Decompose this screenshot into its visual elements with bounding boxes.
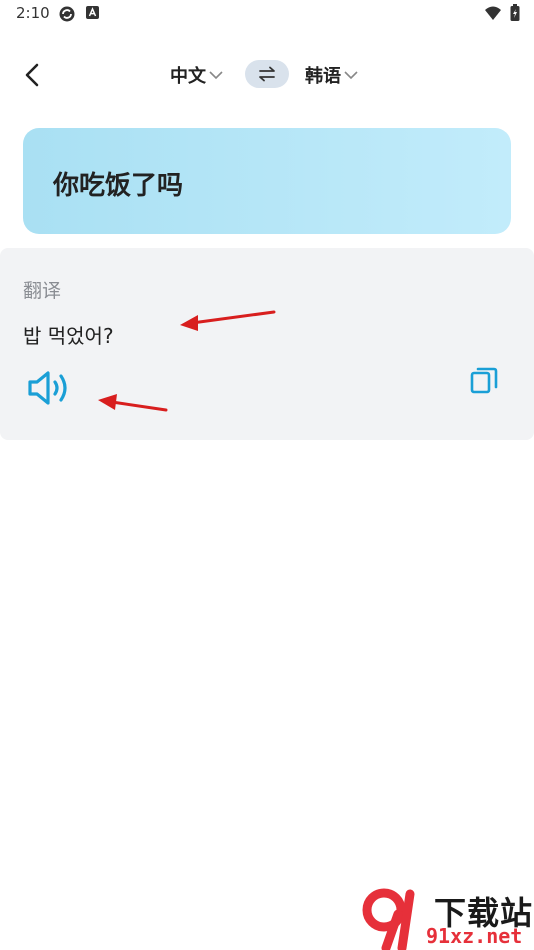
target-language-selector[interactable]: 韩语 [305,62,359,88]
battery-charging-icon [510,4,520,21]
chevron-down-icon [209,71,223,80]
notification-a-icon [86,6,99,19]
wifi-icon [485,6,501,20]
target-language-label: 韩语 [305,66,341,87]
source-text: 你吃饭了吗 [53,171,184,201]
header: 中文 韩语 [0,50,534,98]
annotation-arrow-speaker [98,394,168,412]
swap-icon [259,66,275,82]
copy-button[interactable] [468,364,500,396]
sync-icon [59,6,75,22]
result-title: 翻译 [23,280,62,302]
annotation-arrow-text [180,310,276,331]
translated-text: 밥 먹었어? [23,324,114,348]
status-time: 2:10 [16,4,50,22]
watermark-text-en: 91xz.net [426,924,523,948]
chevron-down-icon [344,71,358,80]
status-right-icons [484,4,520,22]
source-text-card[interactable]: 你吃饭了吗 [23,128,511,234]
speaker-button[interactable] [26,368,72,408]
back-button[interactable] [18,60,48,90]
watermark: 下载站 91xz.net [362,888,534,950]
watermark-logo-icon [362,888,415,950]
swap-languages-button[interactable] [245,60,289,88]
translation-result-card: 翻译 밥 먹었어? [0,248,534,440]
status-bar: 2:10 [0,0,534,28]
source-language-selector[interactable]: 中文 [170,62,224,88]
source-language-label: 中文 [170,66,206,87]
